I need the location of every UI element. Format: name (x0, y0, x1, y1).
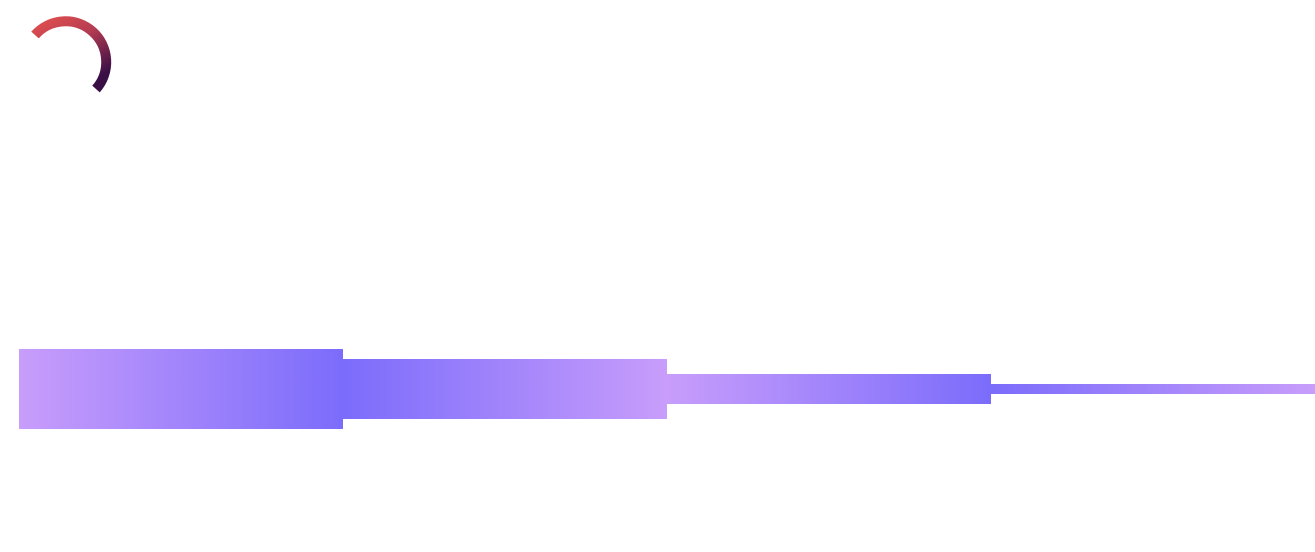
loading-spinner-icon (31, 16, 112, 93)
bar-segment-4 (991, 384, 1315, 394)
page (0, 0, 1315, 552)
bar-segment-1 (19, 349, 343, 429)
bar-segment-3 (667, 374, 991, 404)
gradient-bar-graphic (19, 349, 1315, 429)
gradient-bar (19, 349, 1315, 429)
bar-segment-2 (343, 359, 667, 419)
